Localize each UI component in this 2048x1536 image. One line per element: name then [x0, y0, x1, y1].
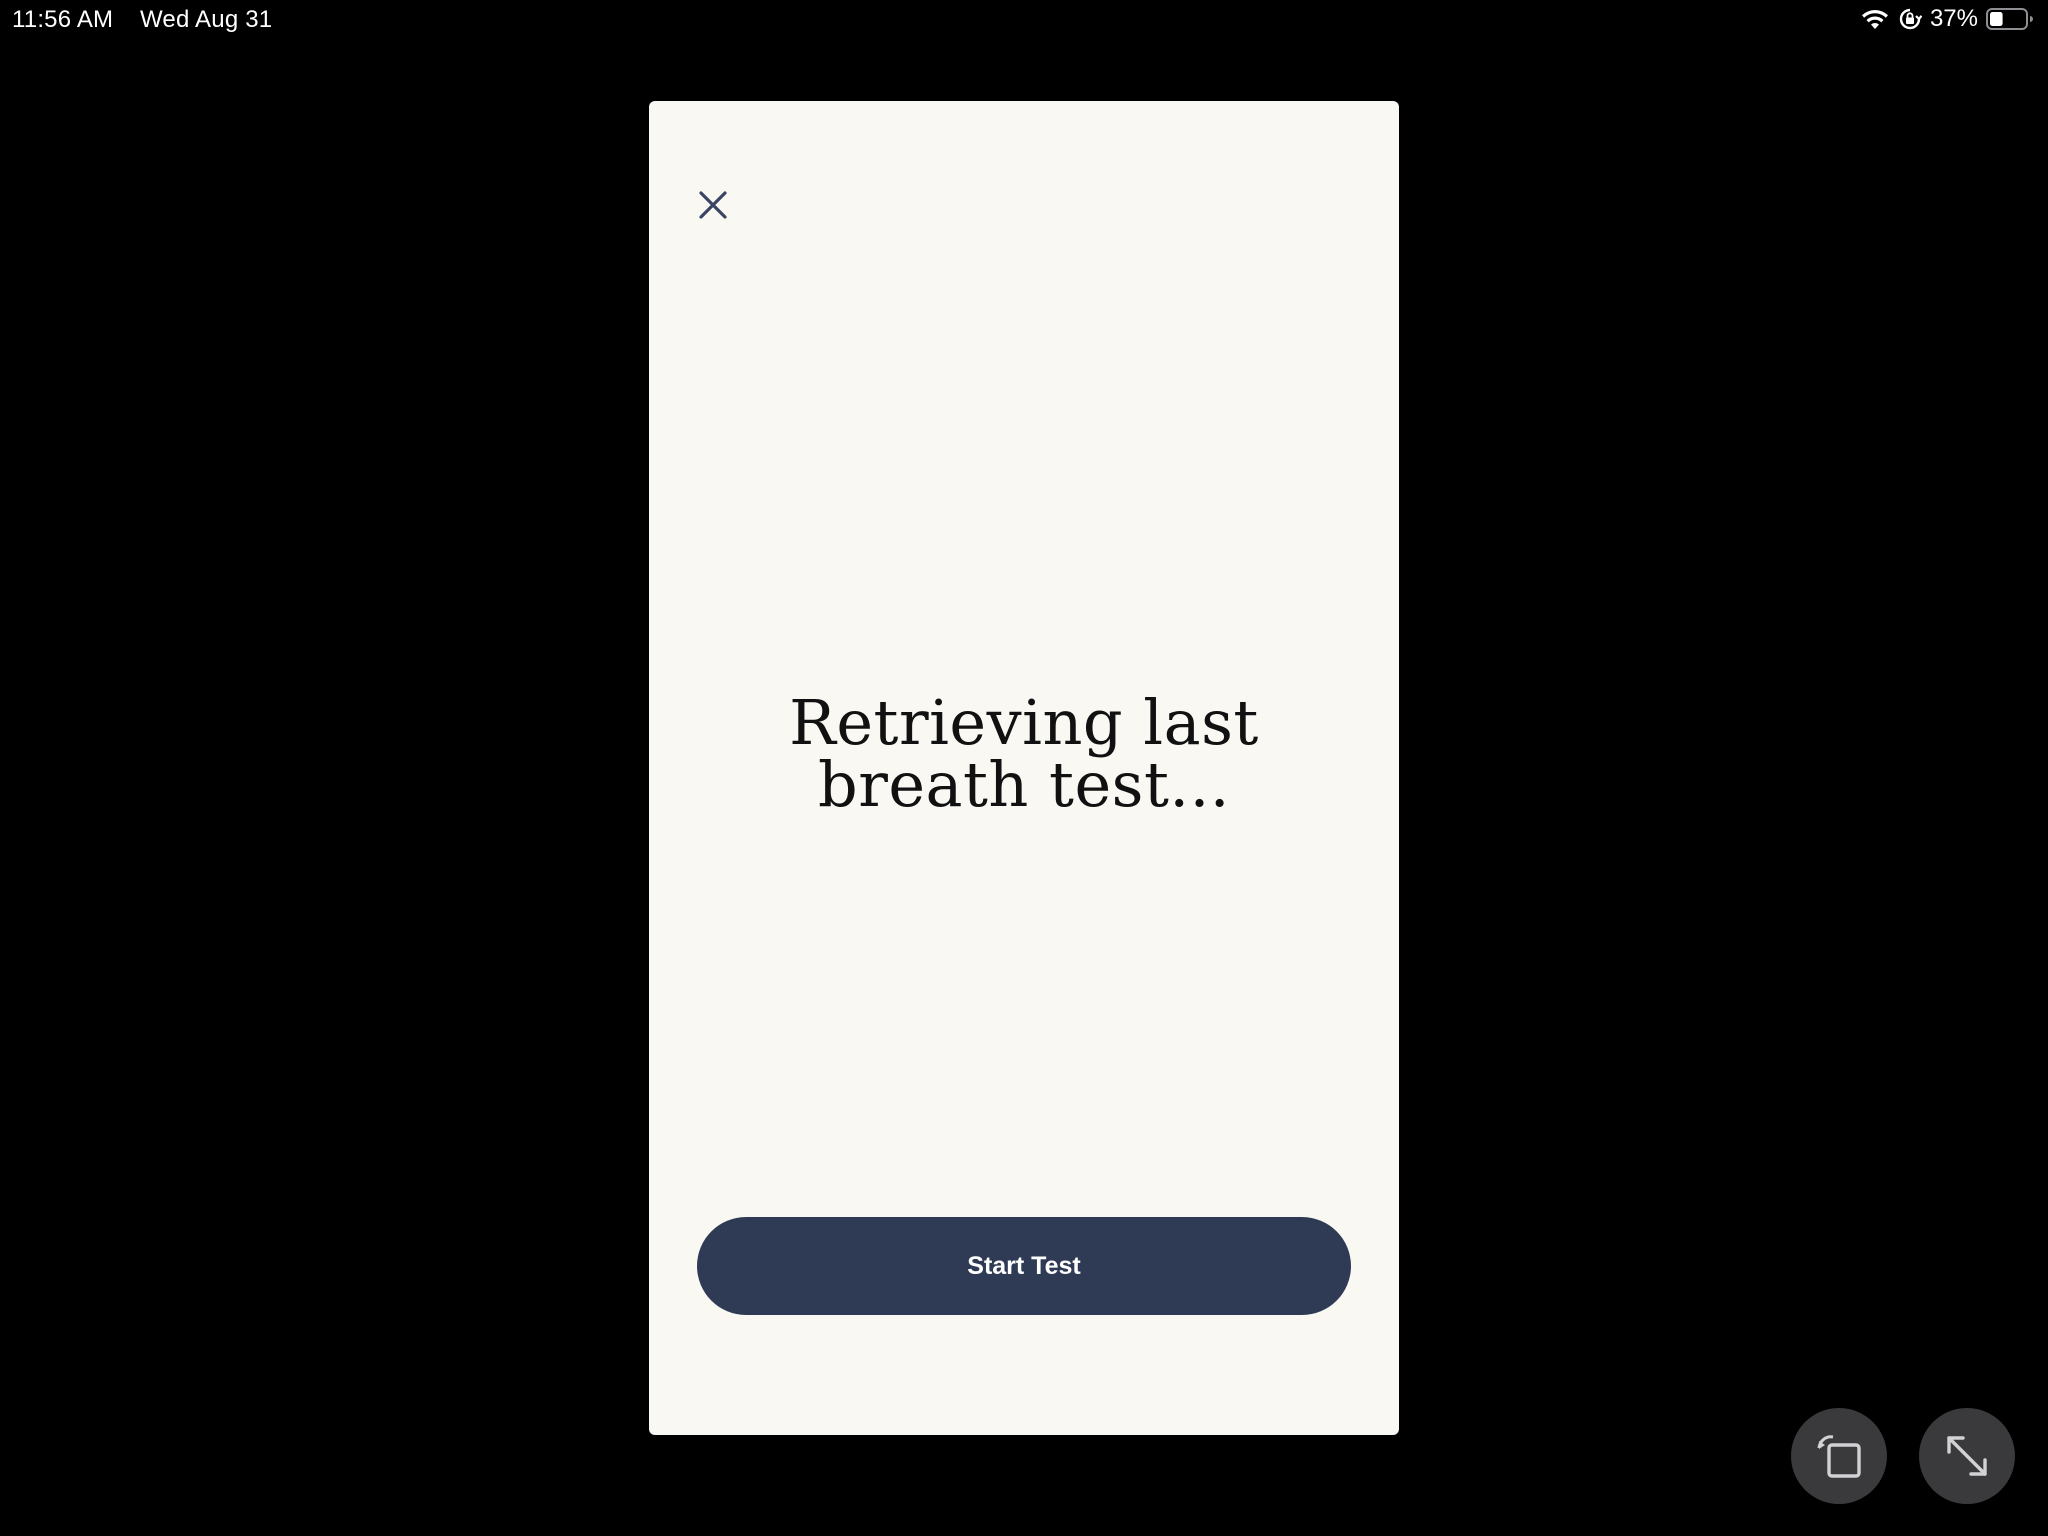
- expand-icon: [1947, 1436, 1987, 1476]
- battery-percent: 37%: [1929, 5, 1978, 32]
- loading-message: Retrieving last breath test...: [649, 692, 1399, 816]
- battery-icon: [1986, 7, 2034, 31]
- start-test-button-label: Start Test: [967, 1251, 1081, 1280]
- rotate-icon: [1817, 1435, 1861, 1478]
- loading-message-line-1: Retrieving last: [789, 686, 1259, 759]
- close-button[interactable]: [694, 186, 732, 224]
- status-date: Wed Aug 31: [140, 6, 273, 33]
- status-indicators: 37%: [1860, 5, 2034, 33]
- rotate-button[interactable]: [1791, 1408, 1887, 1504]
- status-bar: 11:56 AM Wed Aug 31 37%: [0, 0, 2048, 40]
- orientation-lock-icon: [1898, 7, 1922, 31]
- screen: 11:56 AM Wed Aug 31 37% Retrieving last …: [0, 0, 2048, 1536]
- close-icon: [699, 191, 727, 219]
- loading-message-line-2: breath test...: [818, 748, 1230, 821]
- expand-button[interactable]: [1919, 1408, 2015, 1504]
- wifi-icon: [1860, 7, 1890, 31]
- status-time: 11:56 AM: [12, 6, 114, 33]
- start-test-button[interactable]: Start Test: [697, 1217, 1351, 1315]
